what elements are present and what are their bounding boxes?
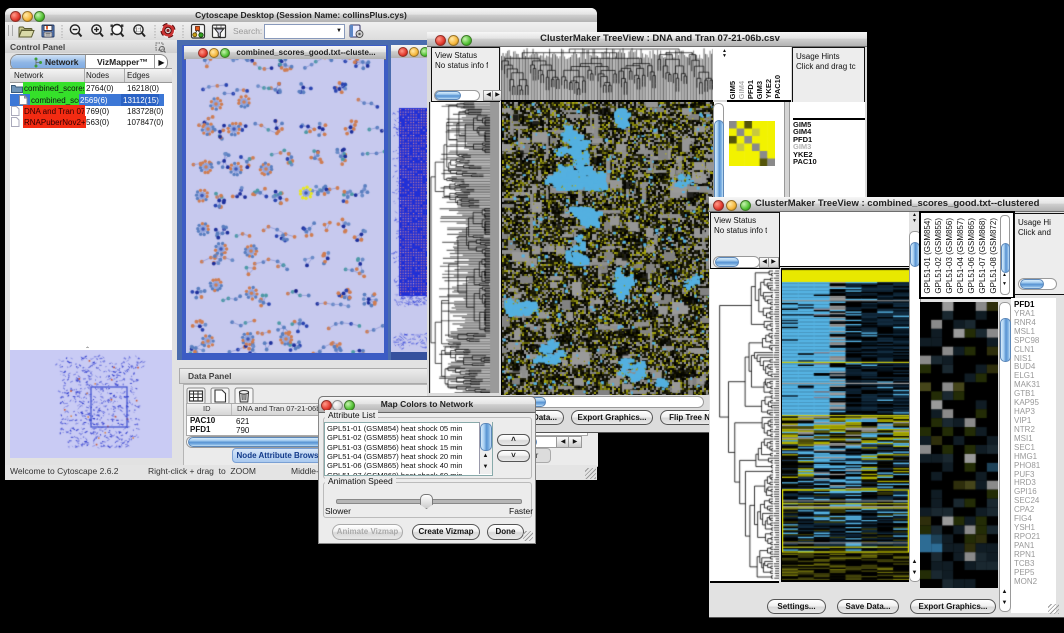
- svg-text:1:1: 1:1: [135, 28, 142, 34]
